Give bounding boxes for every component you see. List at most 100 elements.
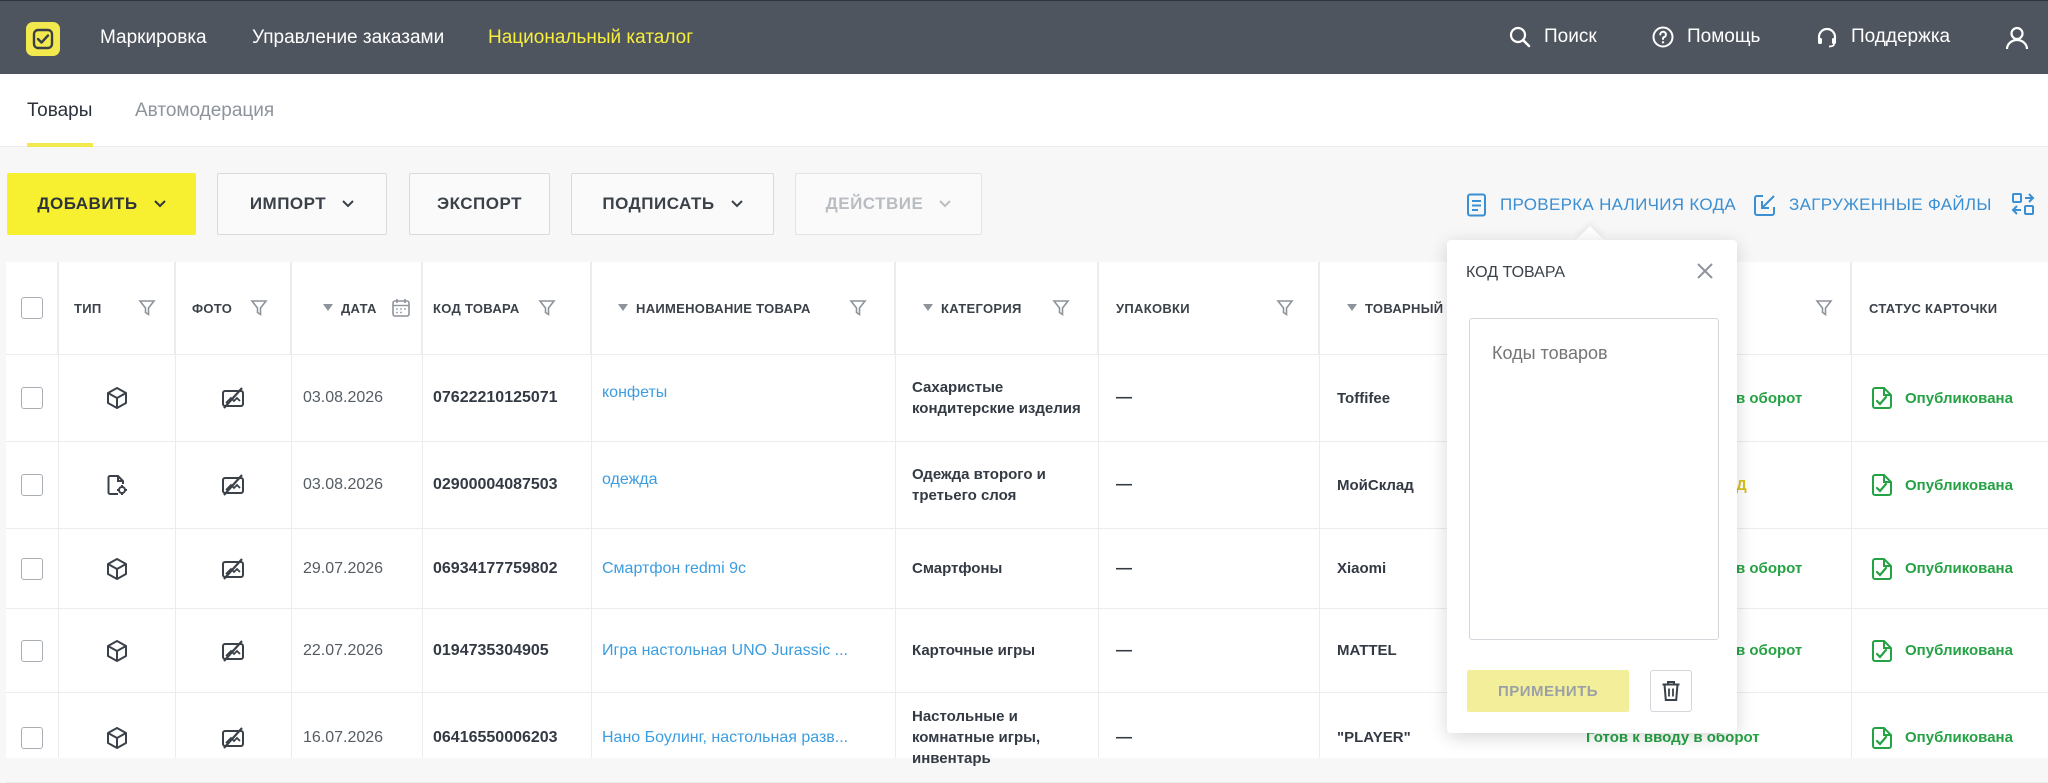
photo-cell xyxy=(175,693,291,782)
circulation-status-cell: в оборот xyxy=(1736,642,1803,659)
no-photo-icon xyxy=(221,557,245,580)
date-cell: 03.08.2026 xyxy=(303,476,384,493)
header-date[interactable]: ДАТА xyxy=(291,262,422,354)
tab-automoderation[interactable]: Автомодерация xyxy=(135,100,274,122)
filter-icon[interactable] xyxy=(849,299,867,317)
product-name-link[interactable]: Игра настольная UNO Jurassic ... xyxy=(602,642,848,660)
filter-icon[interactable] xyxy=(250,299,268,317)
header-photo: ФОТО xyxy=(175,262,291,354)
uploaded-files-label: ЗАГРУЖЕННЫЕ ФАЙЛЫ xyxy=(1789,195,1992,214)
circulation-status-cell: Д xyxy=(1736,476,1747,494)
box-icon xyxy=(105,639,129,663)
action-button-label: ДЕЙСТВИЕ xyxy=(825,194,924,213)
clear-button[interactable] xyxy=(1650,670,1692,712)
row-checkbox[interactable] xyxy=(21,387,43,409)
type-cell xyxy=(58,442,175,528)
photo-cell xyxy=(175,529,291,608)
sort-down-icon xyxy=(323,304,333,311)
product-name-link[interactable]: конфеты xyxy=(602,384,667,402)
document-icon xyxy=(1467,193,1486,217)
add-button[interactable]: ДОБАВИТЬ xyxy=(7,173,196,235)
tab-products[interactable]: Товары xyxy=(27,100,92,122)
packages-cell: — xyxy=(1116,641,1132,659)
header-card-status: СТАТУС КАРТОЧКИ xyxy=(1851,262,2048,354)
user-icon xyxy=(2005,26,2029,50)
uploaded-files-link[interactable]: ЗАГРУЖЕННЫЕ ФАЙЛЫ xyxy=(1753,193,1992,217)
code-cell: 07622210125071 xyxy=(433,389,558,406)
header-photo-label: ФОТО xyxy=(192,300,233,316)
search-label: Поиск xyxy=(1544,26,1597,47)
chevron-down-icon xyxy=(939,200,952,208)
nav-marking[interactable]: Маркировка xyxy=(100,27,207,49)
packages-cell: — xyxy=(1116,476,1132,493)
header-category[interactable]: КАТЕГОРИЯ xyxy=(895,262,1098,354)
chevron-down-icon xyxy=(153,200,166,208)
header-code-label: КОД ТОВАРА xyxy=(433,300,520,316)
table-row[interactable]: 16.07.2026 06416550006203 Нано Боулинг, … xyxy=(6,693,2048,783)
logo[interactable] xyxy=(26,22,60,56)
table-row[interactable]: 22.07.2026 0194735304905 Игра настольная… xyxy=(6,609,2048,693)
user-profile-button[interactable] xyxy=(2004,25,2030,51)
filter-icon[interactable] xyxy=(1052,299,1070,317)
top-navigation-bar: Маркировка Управление заказами Националь… xyxy=(0,0,2048,74)
circulation-status-cell: в оборот xyxy=(1736,389,1803,407)
header-name[interactable]: НАИМЕНОВАНИЕ ТОВАРА xyxy=(591,262,895,354)
category-cell: Смартфоны xyxy=(912,560,1003,577)
photo-cell xyxy=(175,442,291,528)
check-code-label: ПРОВЕРКА НАЛИЧИЯ КОДА xyxy=(1500,195,1737,214)
logo-icon xyxy=(32,28,54,50)
tabs-bar: Товары Автомодерация xyxy=(0,74,2048,147)
photo-cell xyxy=(175,355,291,441)
card-status-cell: Опубликована xyxy=(1851,529,2048,608)
nav-national-catalog[interactable]: Национальный каталог xyxy=(488,27,693,49)
filter-icon[interactable] xyxy=(537,299,556,317)
header-date-label: ДАТА xyxy=(341,300,377,316)
check-code-link[interactable]: ПРОВЕРКА НАЛИЧИЯ КОДА xyxy=(1466,193,1736,217)
card-status-label: Опубликована xyxy=(1905,560,2013,577)
card-status-label: Опубликована xyxy=(1905,729,2013,746)
help-label: Помощь xyxy=(1687,26,1761,47)
header-code: КОД ТОВАРА xyxy=(422,262,591,354)
close-button[interactable] xyxy=(1696,262,1714,280)
import-button[interactable]: ИМПОРТ xyxy=(217,173,387,235)
table-row[interactable]: 03.08.2026 02900004087503 одежда Одежда … xyxy=(6,442,2048,529)
row-checkbox[interactable] xyxy=(21,639,43,662)
product-name-link[interactable]: одежда xyxy=(602,471,658,489)
filter-icon[interactable] xyxy=(1276,299,1294,317)
table-row[interactable]: 29.07.2026 06934177759802 Смартфон redmi… xyxy=(6,529,2048,609)
action-button[interactable]: ДЕЙСТВИЕ xyxy=(795,173,982,235)
date-cell: 22.07.2026 xyxy=(303,641,384,659)
name-cell: конфеты xyxy=(591,355,895,441)
sign-button[interactable]: ПОДПИСАТЬ xyxy=(571,173,774,235)
card-status-cell: Опубликована xyxy=(1851,693,2048,782)
code-cell: 06934177759802 xyxy=(433,559,558,577)
filter-icon[interactable] xyxy=(1815,299,1834,317)
published-icon xyxy=(1871,726,1893,750)
published-icon xyxy=(1871,386,1893,410)
product-code-popup: КОД ТОВАРА ПРИМЕНИТЬ xyxy=(1447,240,1737,733)
row-checkbox[interactable] xyxy=(21,557,43,580)
chevron-down-icon xyxy=(730,200,743,208)
calendar-icon[interactable] xyxy=(391,298,411,318)
product-name-link[interactable]: Нано Боулинг, настольная разв... xyxy=(602,729,848,747)
date-cell: 29.07.2026 xyxy=(303,559,384,577)
apply-button[interactable]: ПРИМЕНИТЬ xyxy=(1467,670,1629,712)
row-checkbox[interactable] xyxy=(21,474,43,496)
name-cell: Игра настольная UNO Jurassic ... xyxy=(591,609,895,692)
column-settings-button[interactable] xyxy=(2011,192,2035,216)
type-cell xyxy=(58,609,175,692)
filter-icon[interactable] xyxy=(137,299,156,317)
date-cell: 03.08.2026 xyxy=(303,389,384,406)
packages-cell: — xyxy=(1116,559,1132,577)
table-row[interactable]: 03.08.2026 07622210125071 конфеты Сахари… xyxy=(6,355,2048,442)
product-codes-input[interactable] xyxy=(1469,318,1719,640)
export-button[interactable]: ЭКСПОРТ xyxy=(409,173,550,235)
support-link[interactable]: Поддержка xyxy=(1815,25,1950,49)
help-link[interactable]: Помощь xyxy=(1651,25,1760,49)
published-icon xyxy=(1871,639,1893,663)
nav-order-management[interactable]: Управление заказами xyxy=(252,27,444,49)
search-link[interactable]: Поиск xyxy=(1508,25,1597,49)
row-checkbox[interactable] xyxy=(21,726,43,749)
select-all-checkbox[interactable] xyxy=(20,297,43,319)
product-name-link[interactable]: Смартфон redmi 9c xyxy=(602,560,746,578)
